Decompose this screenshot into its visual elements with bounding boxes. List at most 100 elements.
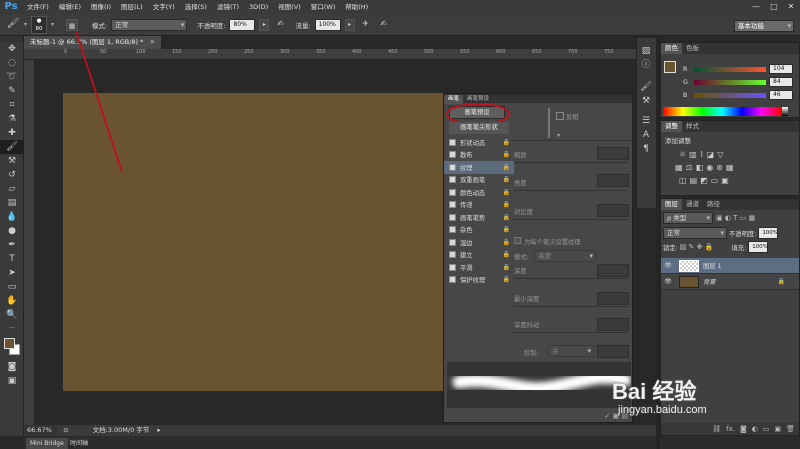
status-arrow-icon[interactable]: ▸ — [157, 426, 160, 434]
brush-option-item[interactable]: 散布 🔒 — [444, 149, 514, 162]
channel-slider[interactable] — [694, 92, 766, 98]
vibrance-icon[interactable]: ▽ — [717, 150, 723, 159]
brightness-icon[interactable]: ☼ — [679, 150, 686, 159]
layer-row[interactable]: 👁 图层 1 — [661, 258, 799, 274]
character-icon[interactable]: A — [637, 128, 655, 142]
scroll-indicator[interactable] — [548, 108, 550, 138]
lock-icon[interactable]: 🔒 — [503, 251, 510, 258]
lock-icon[interactable]: 🔒 — [503, 226, 510, 233]
min-depth-slider[interactable] — [514, 306, 628, 307]
brush-option-checkbox[interactable] — [449, 138, 456, 146]
channel-slider[interactable] — [694, 66, 766, 72]
layer-footer-icon[interactable]: 🗑 — [786, 423, 795, 435]
lock-icon[interactable]: 🔒 — [503, 139, 510, 146]
scale-input[interactable] — [597, 147, 629, 160]
layer-name[interactable]: 图层 1 — [703, 261, 722, 270]
exposure-icon[interactable]: ◪ — [707, 150, 715, 159]
posterize-icon[interactable]: ▤ — [690, 176, 698, 185]
texture-mode-select[interactable]: 高度 — [534, 250, 596, 262]
clone-source-icon[interactable]: ⚒ — [637, 94, 655, 108]
tab-color[interactable]: 颜色 — [661, 43, 682, 54]
layer-footer-icon[interactable]: fx. — [726, 423, 735, 435]
per-tip-checkbox[interactable] — [514, 237, 521, 244]
brush-option-checkbox[interactable] — [449, 163, 456, 171]
layer-footer-icon[interactable]: ▣ — [774, 423, 781, 435]
brush-option-checkbox[interactable] — [449, 226, 456, 234]
lock-icon[interactable]: 🔒 — [503, 164, 510, 171]
zoom-level[interactable]: 66.67% — [25, 425, 57, 436]
selective-color-icon[interactable]: ▣ — [721, 176, 729, 185]
brush-option-checkbox[interactable] — [449, 176, 456, 184]
depth-input[interactable] — [597, 264, 629, 277]
brush-option-item[interactable]: 画笔笔势 🔒 — [444, 211, 514, 224]
hue-icon[interactable]: ▦ — [675, 163, 683, 172]
layer-footer-icon[interactable]: ◙ — [740, 423, 747, 435]
brightness-slider[interactable] — [514, 190, 628, 191]
brush-option-item[interactable]: 形状动态 🔒 — [444, 136, 514, 149]
visibility-eye-icon[interactable]: 👁 — [661, 262, 675, 269]
invert-icon[interactable]: ◫ — [679, 176, 687, 185]
lock-icons[interactable]: ▨ ✎ ✥ 🔒 — [680, 243, 714, 251]
blend-mode-select[interactable]: 正常 — [663, 227, 727, 239]
lock-icon[interactable]: 🔒 — [503, 151, 510, 158]
brush-option-item[interactable]: 双重画笔 🔒 — [444, 174, 514, 187]
tab-adjustments[interactable]: 调整 — [661, 121, 682, 132]
brush-option-checkbox[interactable] — [449, 251, 456, 259]
brush-option-checkbox[interactable] — [449, 201, 456, 209]
tab-styles[interactable]: 样式 — [682, 121, 703, 132]
history-icon[interactable]: ▨ — [637, 44, 655, 58]
scale-slider[interactable] — [514, 162, 628, 163]
fill-input[interactable]: 100% — [748, 241, 769, 253]
brush-option-item[interactable]: 保护纹理 🔒 — [444, 274, 514, 287]
layer-row[interactable]: 👁 背景 🔒 — [661, 274, 799, 290]
gradient-map-icon[interactable]: ▭ — [711, 176, 719, 185]
channel-value-input[interactable]: 46 — [769, 90, 793, 100]
mixer-icon[interactable]: ⊛ — [716, 163, 723, 172]
depth-slider[interactable] — [514, 278, 628, 279]
threshold-icon[interactable]: ◩ — [700, 176, 708, 185]
lock-icon[interactable]: 🔒 — [503, 176, 510, 183]
min-depth-input[interactable] — [597, 292, 629, 305]
color-swatch[interactable] — [664, 61, 676, 73]
control-input[interactable] — [597, 345, 629, 358]
lock-icon[interactable]: 🔒 — [503, 189, 510, 196]
invert-checkbox[interactable] — [556, 112, 564, 120]
foreground-color-swatch[interactable] — [4, 338, 15, 349]
tab-channels[interactable]: 通道 — [682, 199, 703, 210]
layer-filter-select[interactable]: ρ 类型 — [663, 212, 713, 224]
contrast-slider[interactable] — [514, 219, 628, 220]
channel-value-input[interactable]: 104 — [769, 64, 793, 74]
brush-option-item[interactable]: 杂色 🔒 — [444, 224, 514, 237]
brush-option-checkbox[interactable] — [449, 276, 456, 284]
layer-opacity-input[interactable]: 100% — [758, 227, 779, 239]
brightness-input[interactable] — [597, 174, 629, 187]
brush-option-checkbox[interactable] — [449, 263, 456, 271]
brush-option-checkbox[interactable] — [449, 188, 456, 196]
color-spectrum[interactable] — [663, 107, 781, 116]
status-icon[interactable]: ⊙ — [63, 426, 68, 434]
tab-mini-bridge[interactable]: Mini Bridge — [26, 438, 68, 449]
depth-jitter-input[interactable] — [597, 318, 629, 331]
brush-option-item[interactable]: 传递 🔒 — [444, 199, 514, 212]
lock-icon[interactable]: 🔒 — [503, 264, 510, 271]
control-select[interactable]: 关 — [548, 345, 594, 357]
depth-jitter-slider[interactable] — [514, 332, 628, 333]
lock-icon[interactable]: 🔒 — [503, 276, 510, 283]
properties-icon[interactable]: ⓘ — [637, 58, 655, 72]
channel-slider[interactable] — [694, 79, 766, 85]
balance-icon[interactable]: ⚖ — [686, 163, 693, 172]
brush-option-item[interactable]: 湿边 🔒 — [444, 236, 514, 249]
tab-paths[interactable]: 路径 — [703, 199, 724, 210]
black-white-ramp[interactable] — [782, 107, 788, 116]
levels-icon[interactable]: ▥ — [689, 150, 697, 159]
adjustments-icon[interactable]: ☰ — [637, 114, 655, 128]
lock-icon[interactable]: 🔒 — [503, 214, 510, 221]
brush-panel-icon[interactable]: 🖌 — [637, 80, 655, 94]
brush-option-item[interactable]: 纹理 🔒 — [444, 161, 514, 174]
brush-tip-shape-item[interactable]: 画笔笔尖形状 — [449, 122, 509, 134]
tab-swatches[interactable]: 色板 — [682, 43, 703, 54]
layer-name[interactable]: 背景 — [703, 277, 716, 286]
layer-footer-icon[interactable]: ▭ — [763, 423, 770, 435]
brush-option-checkbox[interactable] — [449, 213, 456, 221]
tab-layers[interactable]: 图层 — [661, 199, 682, 210]
